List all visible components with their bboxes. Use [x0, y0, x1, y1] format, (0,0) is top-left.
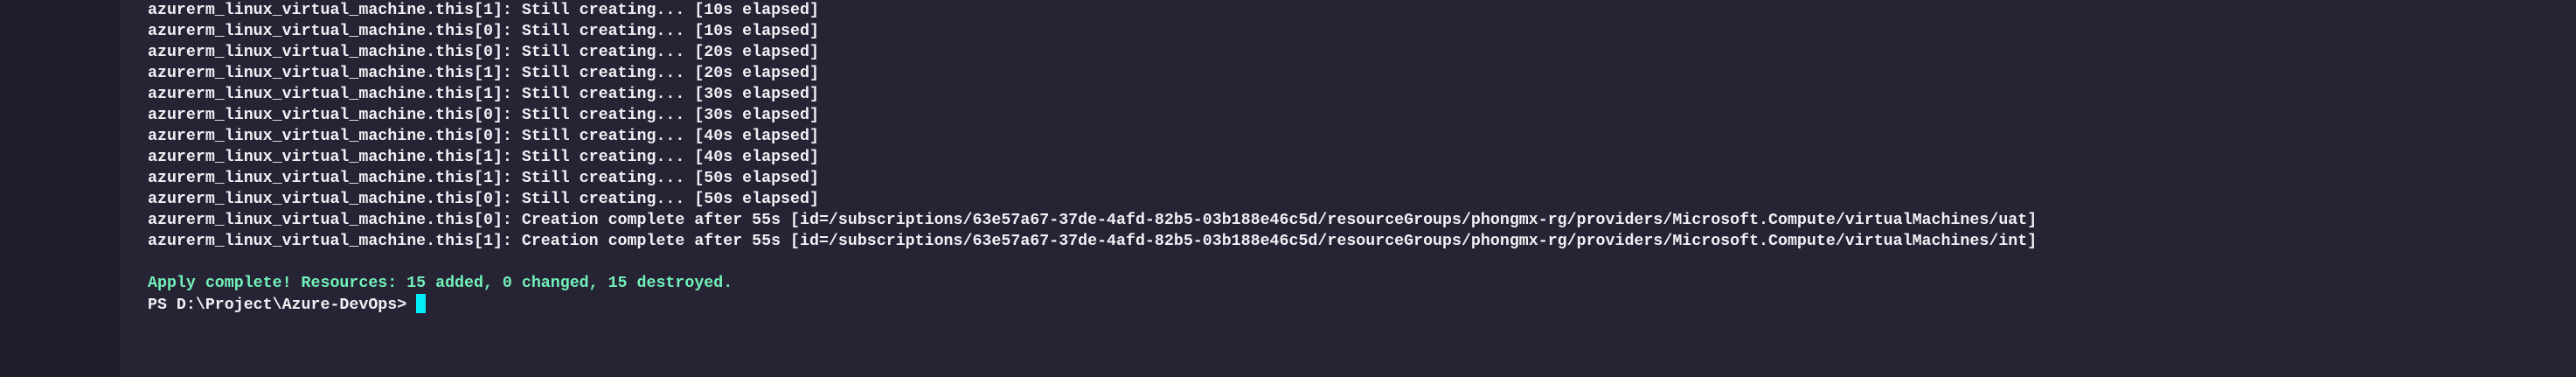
log-line: azurerm_linux_virtual_machine.this[0]: S…	[148, 107, 819, 124]
log-line: azurerm_linux_virtual_machine.this[1]: S…	[148, 65, 819, 82]
log-line: azurerm_linux_virtual_machine.this[0]: S…	[148, 44, 819, 61]
prompt-text: PS D:\Project\Azure-DevOps>	[148, 297, 417, 314]
log-line: azurerm_linux_virtual_machine.this[1]: C…	[148, 233, 2038, 250]
log-line: azurerm_linux_virtual_machine.this[0]: S…	[148, 191, 819, 208]
log-line: azurerm_linux_virtual_machine.this[1]: S…	[148, 170, 819, 187]
prompt-line[interactable]: PS D:\Project\Azure-DevOps>	[148, 294, 2037, 315]
log-line: azurerm_linux_virtual_machine.this[0]: S…	[148, 128, 819, 145]
apply-summary: Apply complete! Resources: 15 added, 0 c…	[148, 275, 733, 292]
sidebar-panel	[0, 0, 120, 377]
text-cursor	[416, 294, 427, 313]
log-line: azurerm_linux_virtual_machine.this[0]: S…	[148, 23, 819, 40]
log-line: azurerm_linux_virtual_machine.this[1]: S…	[148, 2, 819, 19]
terminal-output[interactable]: azurerm_linux_virtual_machine.this[1]: S…	[148, 0, 2037, 315]
log-line: azurerm_linux_virtual_machine.this[1]: S…	[148, 86, 819, 103]
log-line: azurerm_linux_virtual_machine.this[1]: S…	[148, 149, 819, 166]
log-line: azurerm_linux_virtual_machine.this[0]: C…	[148, 212, 2038, 229]
